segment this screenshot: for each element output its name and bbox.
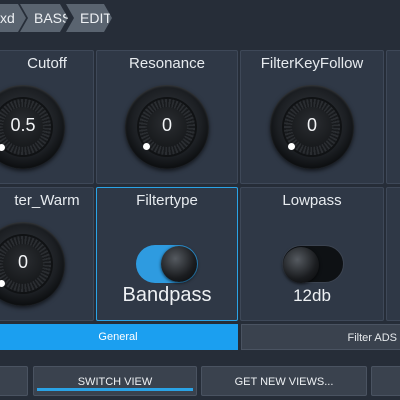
tab-filter-adsr[interactable]: Filter ADS (241, 324, 400, 350)
partial-panel (386, 50, 400, 184)
lowpass-label: Lowpass (282, 192, 342, 209)
filterkeyfollow-panel: FilterKeyFollow 0 (240, 50, 384, 184)
filter-warm-label: ter_Warm (14, 192, 80, 209)
lowpass-panel: Lowpass 12db (240, 187, 384, 321)
filtertype-toggle[interactable] (136, 245, 198, 283)
breadcrumb-item-edit[interactable]: EDIT (66, 4, 112, 32)
lowpass-toggle[interactable] (282, 245, 344, 283)
cutoff-value: 0.5 (10, 115, 36, 135)
filtertype-value: Bandpass (122, 284, 212, 306)
resonance-label: Resonance (129, 55, 205, 72)
filter-warm-panel: ter_Warm 0 (0, 187, 94, 321)
switch-view-button[interactable]: SWITCH VIEW (33, 366, 197, 396)
filtertype-panel: Filtertype Bandpass (96, 187, 238, 321)
breadcrumb-item-bass[interactable]: BASS (20, 4, 68, 32)
cutoff-label: Cutoff (27, 55, 67, 72)
tab-general[interactable]: General (0, 324, 238, 350)
lowpass-value: 12db (293, 286, 331, 305)
filtertype-label: Filtertype (136, 192, 198, 209)
filter-warm-knob[interactable]: 0 (0, 222, 65, 306)
resonance-value: 0 (161, 115, 172, 135)
partial-panel (386, 187, 400, 321)
knob-indicator-dot (0, 280, 5, 287)
bottom-button-partial-right[interactable] (371, 366, 400, 396)
get-new-views-button[interactable]: GET NEW VIEWS... (201, 366, 367, 396)
resonance-panel: Resonance 0 (96, 50, 238, 184)
toggle-thumb (161, 246, 197, 282)
cutoff-panel: Cutoff 0.5 (0, 50, 94, 184)
filter-warm-value: 0 (17, 252, 28, 272)
filterkeyfollow-value: 0 (306, 115, 317, 135)
knob-indicator-dot (0, 144, 5, 151)
filterkeyfollow-label: FilterKeyFollow (260, 55, 364, 72)
bottom-button-partial[interactable] (0, 366, 28, 396)
cutoff-knob[interactable]: 0.5 (0, 85, 65, 169)
resonance-knob[interactable]: 0 (125, 85, 209, 169)
switch-view-underline (37, 388, 193, 391)
toggle-thumb (283, 247, 319, 283)
knob-indicator-dot (143, 143, 150, 150)
filterkeyfollow-knob[interactable]: 0 (270, 85, 354, 169)
breadcrumb: xd BASS EDIT (0, 0, 400, 38)
breadcrumb-item-xd[interactable]: xd (0, 4, 26, 32)
knob-indicator-dot (288, 143, 295, 150)
